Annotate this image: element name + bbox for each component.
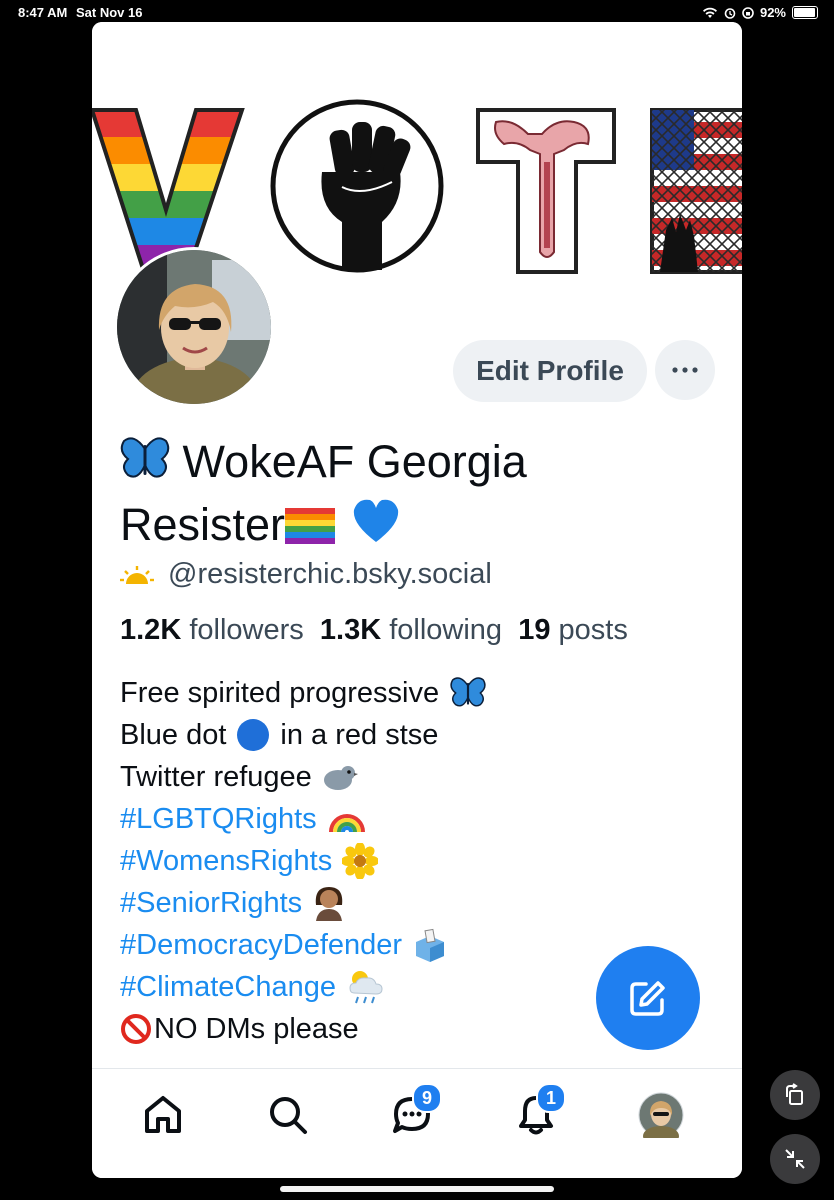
ellipsis-icon — [672, 367, 698, 373]
compose-post-button[interactable] — [596, 946, 700, 1050]
collapse-arrows-icon — [785, 1149, 805, 1169]
bio-line: #DemocracyDefender — [120, 924, 487, 966]
blue-circle-emoji-icon — [237, 719, 270, 751]
battery-icon — [792, 6, 818, 19]
bio-text: NO DMs please — [154, 1013, 359, 1045]
display-name-line2: Resister — [120, 499, 286, 550]
rainbow-flag-emoji-icon — [285, 508, 336, 544]
tab-profile[interactable] — [637, 1091, 685, 1139]
edit-profile-button[interactable]: Edit Profile — [453, 340, 647, 402]
bio-text: in a red stse — [280, 719, 439, 751]
rotate-icon — [786, 1083, 803, 1105]
sunflower-emoji-icon — [342, 843, 379, 879]
sun-emoji-icon — [120, 565, 154, 584]
prohibited-emoji-icon — [121, 1014, 151, 1044]
sun-behind-rain-cloud-emoji-icon — [349, 971, 383, 1004]
display-name: WokeAF Georgia Resister — [120, 430, 680, 556]
profile-handle: @resisterchic.bsky.social — [120, 558, 492, 591]
bio-text: Blue dot — [120, 719, 227, 751]
compose-icon — [630, 981, 665, 1016]
bio-line: NO DMs please — [120, 1008, 487, 1050]
ballot-box-emoji-icon — [416, 928, 445, 962]
hashtag-link[interactable]: #WomensRights — [120, 840, 332, 882]
collapse-window-button[interactable] — [770, 1134, 820, 1184]
status-time: 8:47 AM — [18, 5, 68, 20]
bio-line: #ClimateChange — [120, 966, 487, 1008]
bio-line: Twitter refugee — [120, 756, 487, 798]
profile-bio: Free spirited progressive Blue dot in a … — [120, 672, 487, 1050]
bio-line: #SeniorRights — [120, 882, 487, 924]
followers-stat[interactable]: 1.2K followers — [120, 614, 304, 646]
battery-percent: 92% — [759, 5, 786, 20]
bio-text: Free spirited progressive — [120, 677, 440, 709]
hashtag-link[interactable]: #SeniorRights — [120, 882, 302, 924]
profile-stats: 1.2K followers 1.3K following 19 posts — [120, 614, 628, 647]
tab-messages[interactable]: 9 — [388, 1083, 442, 1139]
status-date: Sat Nov 16 — [76, 5, 143, 20]
posts-stat: 19 posts — [518, 614, 628, 646]
bird-emoji-icon — [323, 766, 358, 790]
orientation-lock-icon — [742, 6, 754, 19]
more-options-button[interactable] — [655, 340, 715, 400]
status-bar: 8:47 AM Sat Nov 16 92% — [0, 0, 834, 24]
home-icon — [145, 1096, 181, 1133]
posts-count: 19 — [518, 614, 551, 646]
display-name-line1: WokeAF Georgia — [182, 436, 527, 487]
bio-line: Free spirited progressive — [120, 672, 487, 714]
handle-text: @resisterchic.bsky.social — [168, 558, 492, 590]
wifi-icon — [702, 7, 717, 18]
followers-count: 1.2K — [120, 614, 182, 646]
posts-label: posts — [558, 614, 628, 646]
home-indicator[interactable] — [280, 1186, 554, 1192]
status-right: 92% — [702, 5, 818, 20]
bio-line: #WomensRights — [120, 840, 487, 882]
avatar-photo — [117, 250, 271, 404]
notifications-badge: 1 — [536, 1083, 566, 1113]
rainbow-emoji-icon — [328, 814, 365, 833]
hashtag-link[interactable]: #LGBTQRights — [120, 798, 317, 840]
following-stat[interactable]: 1.3K following — [320, 614, 502, 646]
blue-heart-emoji-icon — [353, 499, 398, 542]
hashtag-link[interactable]: #DemocracyDefender — [120, 924, 402, 966]
rotate-screen-button[interactable] — [770, 1070, 820, 1120]
following-count: 1.3K — [319, 614, 382, 646]
tab-home[interactable] — [139, 1091, 187, 1139]
tab-search[interactable] — [264, 1091, 312, 1139]
bio-text: Twitter refugee — [120, 761, 312, 793]
butterfly-emoji-icon — [120, 437, 170, 478]
hashtag-link[interactable]: #ClimateChange — [120, 966, 336, 1008]
bottom-tab-bar: 9 1 — [92, 1068, 742, 1178]
alarm-icon — [724, 7, 736, 19]
followers-label: followers — [189, 614, 304, 646]
following-label: following — [389, 614, 503, 646]
profile-avatar[interactable] — [114, 247, 274, 407]
butterfly-emoji-icon — [450, 677, 486, 707]
app-window: Edit Profile WokeAF Georgia Resister @re… — [92, 22, 742, 1178]
woman-emoji-icon — [315, 887, 343, 921]
bio-line: #LGBTQRights — [120, 798, 487, 840]
messages-badge: 9 — [412, 1083, 442, 1113]
tab-notifications[interactable]: 1 — [512, 1083, 566, 1139]
search-icon — [270, 1097, 307, 1134]
profile-avatar-icon — [638, 1092, 684, 1138]
bio-line: Blue dot in a red stse — [120, 714, 487, 756]
